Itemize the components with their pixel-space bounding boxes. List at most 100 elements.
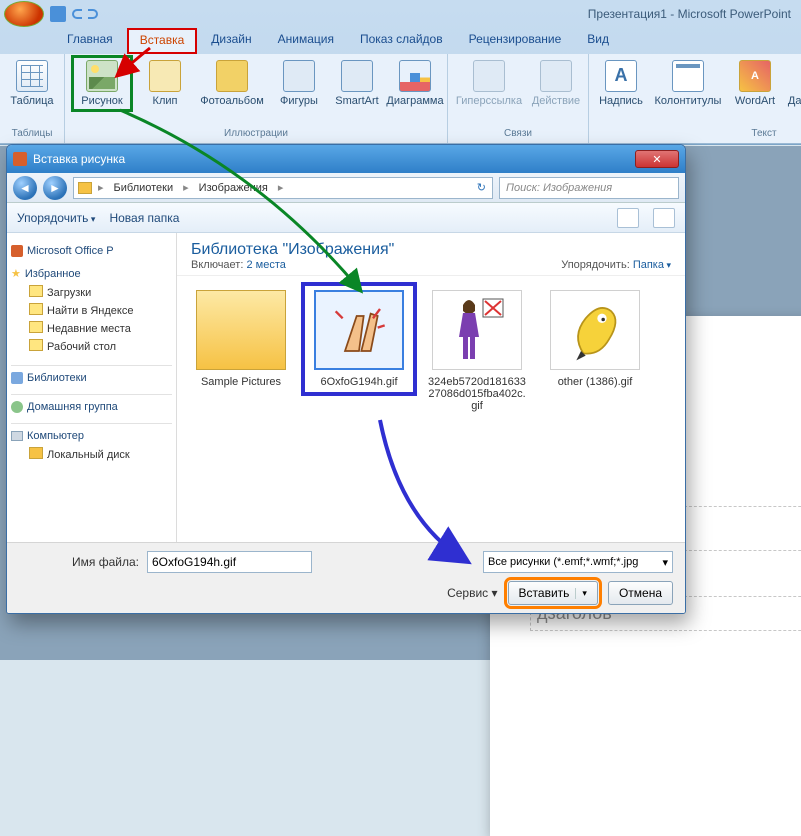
tab-вид[interactable]: Вид bbox=[575, 28, 621, 54]
nav-office[interactable]: Microsoft Office P bbox=[11, 245, 172, 257]
nav-item[interactable]: Недавние места bbox=[11, 319, 172, 337]
redo-icon[interactable] bbox=[88, 9, 98, 19]
file-list-area: Библиотека "Изображения" Включает: 2 мес… bbox=[177, 233, 685, 542]
refresh-icon[interactable]: ↻ bbox=[471, 181, 492, 194]
ribbon-group: ГиперссылкаДействиеСвязи bbox=[448, 54, 589, 143]
link-icon bbox=[540, 60, 572, 92]
quick-access-toolbar bbox=[50, 6, 98, 22]
ribbon-tabs: ГлавнаяВставкаДизайнАнимацияПоказ слайдо… bbox=[0, 28, 801, 54]
search-input[interactable]: Поиск: Изображения bbox=[499, 177, 679, 199]
ribbon-pic-button[interactable]: Рисунок bbox=[76, 60, 128, 107]
ribbon-smart-button[interactable]: SmartArt bbox=[331, 60, 383, 107]
file-item[interactable]: 6OxfoG194h.gif bbox=[309, 290, 409, 388]
computer-icon bbox=[11, 431, 23, 441]
nav-item[interactable]: Найти в Яндексе bbox=[11, 301, 172, 319]
wa-icon: A bbox=[739, 60, 771, 92]
office-button[interactable] bbox=[4, 1, 44, 27]
powerpoint-icon bbox=[11, 245, 23, 257]
dialog-title-bar[interactable]: Вставка рисунка ✕ bbox=[7, 145, 685, 173]
link-icon bbox=[473, 60, 505, 92]
items-grid[interactable]: Sample Pictures6OxfoG194h.gif324eb5720d1… bbox=[177, 276, 685, 542]
nav-computer[interactable]: Компьютер bbox=[11, 430, 172, 442]
new-folder-button[interactable]: Новая папка bbox=[109, 211, 179, 225]
nav-forward-button[interactable]: ► bbox=[43, 176, 67, 200]
nav-favorites[interactable]: ★ Избранное bbox=[11, 267, 172, 280]
folder-icon bbox=[78, 182, 92, 194]
crumb-images[interactable]: Изображения bbox=[195, 182, 272, 194]
tab-анимация[interactable]: Анимация bbox=[266, 28, 346, 54]
folder-icon bbox=[196, 290, 286, 370]
star-icon: ★ bbox=[11, 267, 21, 280]
tab-главная[interactable]: Главная bbox=[55, 28, 125, 54]
ribbon-group: ТаблицаТаблицы bbox=[0, 54, 65, 143]
dialog-footer: Имя файла: Все рисунки (*.emf;*.wmf;*.jp… bbox=[7, 542, 685, 613]
help-button[interactable] bbox=[653, 208, 675, 228]
nav-item[interactable]: Рабочий стол bbox=[11, 337, 172, 355]
nav-item[interactable]: Локальный диск bbox=[11, 445, 172, 463]
text-icon: A bbox=[605, 60, 637, 92]
ribbon-date-button[interactable]: Дата и время bbox=[787, 60, 801, 107]
ribbon: Презентация1 - Microsoft PowerPoint Глав… bbox=[0, 0, 801, 145]
nav-item[interactable]: Загрузки bbox=[11, 283, 172, 301]
ribbon-table-button[interactable]: Таблица bbox=[6, 60, 58, 107]
ribbon-wa-button[interactable]: AWordArt bbox=[729, 60, 781, 107]
ribbon-hdr-button[interactable]: Колонтитулы bbox=[653, 60, 723, 107]
ribbon-chart-button[interactable]: Диаграмма bbox=[389, 60, 441, 107]
table-icon bbox=[16, 60, 48, 92]
nav-pane: Microsoft Office P ★ Избранное ЗагрузкиН… bbox=[7, 233, 177, 542]
chart-icon bbox=[399, 60, 431, 92]
tab-рецензирование[interactable]: Рецензирование bbox=[457, 28, 574, 54]
ribbon-group: РисунокКлипФотоальбомФигурыSmartArtДиагр… bbox=[65, 54, 448, 143]
crumb-libraries[interactable]: Библиотеки bbox=[110, 182, 178, 194]
save-icon[interactable] bbox=[50, 6, 66, 22]
file-item[interactable]: 324eb5720d18163327086d015fba402c.gif bbox=[427, 290, 527, 412]
address-bar-row: ◄ ► ▸ Библиотеки ▸ Изображения ▸ ↻ Поиск… bbox=[7, 173, 685, 203]
file-item[interactable]: Sample Pictures bbox=[191, 290, 291, 388]
homegroup-icon bbox=[11, 401, 23, 413]
image-icon bbox=[314, 290, 404, 370]
ribbon-album-button[interactable]: Фотоальбом bbox=[197, 60, 267, 107]
insert-button[interactable]: Вставить bbox=[508, 581, 598, 605]
tools-menu[interactable]: Сервис ▾ bbox=[447, 586, 497, 600]
powerpoint-icon bbox=[13, 152, 27, 166]
tab-вставка[interactable]: Вставка bbox=[127, 28, 198, 54]
file-type-filter[interactable]: Все рисунки (*.emf;*.wmf;*.jpg▾ bbox=[483, 551, 673, 573]
ribbon-shapes-button[interactable]: Фигуры bbox=[273, 60, 325, 107]
image-icon bbox=[550, 290, 640, 370]
ribbon-link-button: Гиперссылка bbox=[454, 60, 524, 107]
close-button[interactable]: ✕ bbox=[635, 150, 679, 168]
ribbon-text-button[interactable]: AНадпись bbox=[595, 60, 647, 107]
shapes-icon bbox=[283, 60, 315, 92]
ribbon-body: ТаблицаТаблицыРисунокКлипФотоальбомФигур… bbox=[0, 54, 801, 144]
insert-picture-dialog: Вставка рисунка ✕ ◄ ► ▸ Библиотеки ▸ Изо… bbox=[6, 144, 686, 614]
undo-icon[interactable] bbox=[72, 9, 82, 19]
nav-libraries[interactable]: Библиотеки bbox=[11, 372, 172, 384]
ribbon-clip-button[interactable]: Клип bbox=[139, 60, 191, 107]
nav-homegroup[interactable]: Домашняя группа bbox=[11, 401, 172, 413]
filename-label: Имя файла: bbox=[19, 555, 139, 569]
cancel-button[interactable]: Отмена bbox=[608, 581, 673, 605]
tab-дизайн[interactable]: Дизайн bbox=[199, 28, 263, 54]
ribbon-group: AНадписьКолонтитулыAWordArtДата и время#… bbox=[589, 54, 801, 143]
hdr-icon bbox=[672, 60, 704, 92]
dialog-toolbar: Упорядочить Новая папка bbox=[7, 203, 685, 233]
view-options-button[interactable] bbox=[617, 208, 639, 228]
clip-icon bbox=[149, 60, 181, 92]
library-title: Библиотека "Изображения" bbox=[191, 241, 394, 259]
organize-menu[interactable]: Упорядочить bbox=[17, 211, 95, 225]
breadcrumb[interactable]: ▸ Библиотеки ▸ Изображения ▸ ↻ bbox=[73, 177, 493, 199]
smart-icon bbox=[341, 60, 373, 92]
album-icon bbox=[216, 60, 248, 92]
arrange-by-menu[interactable]: Папка bbox=[633, 259, 671, 271]
nav-back-button[interactable]: ◄ bbox=[13, 176, 37, 200]
image-icon bbox=[432, 290, 522, 370]
dialog-title: Вставка рисунка bbox=[33, 152, 125, 166]
file-item[interactable]: other (1386).gif bbox=[545, 290, 645, 388]
filename-input[interactable] bbox=[147, 551, 312, 573]
pic-icon bbox=[86, 60, 118, 92]
includes-link[interactable]: 2 места bbox=[246, 259, 285, 271]
title-bar: Презентация1 - Microsoft PowerPoint bbox=[0, 0, 801, 28]
tab-показ слайдов[interactable]: Показ слайдов bbox=[348, 28, 455, 54]
window-title: Презентация1 - Microsoft PowerPoint bbox=[98, 7, 801, 21]
libraries-icon bbox=[11, 372, 23, 384]
